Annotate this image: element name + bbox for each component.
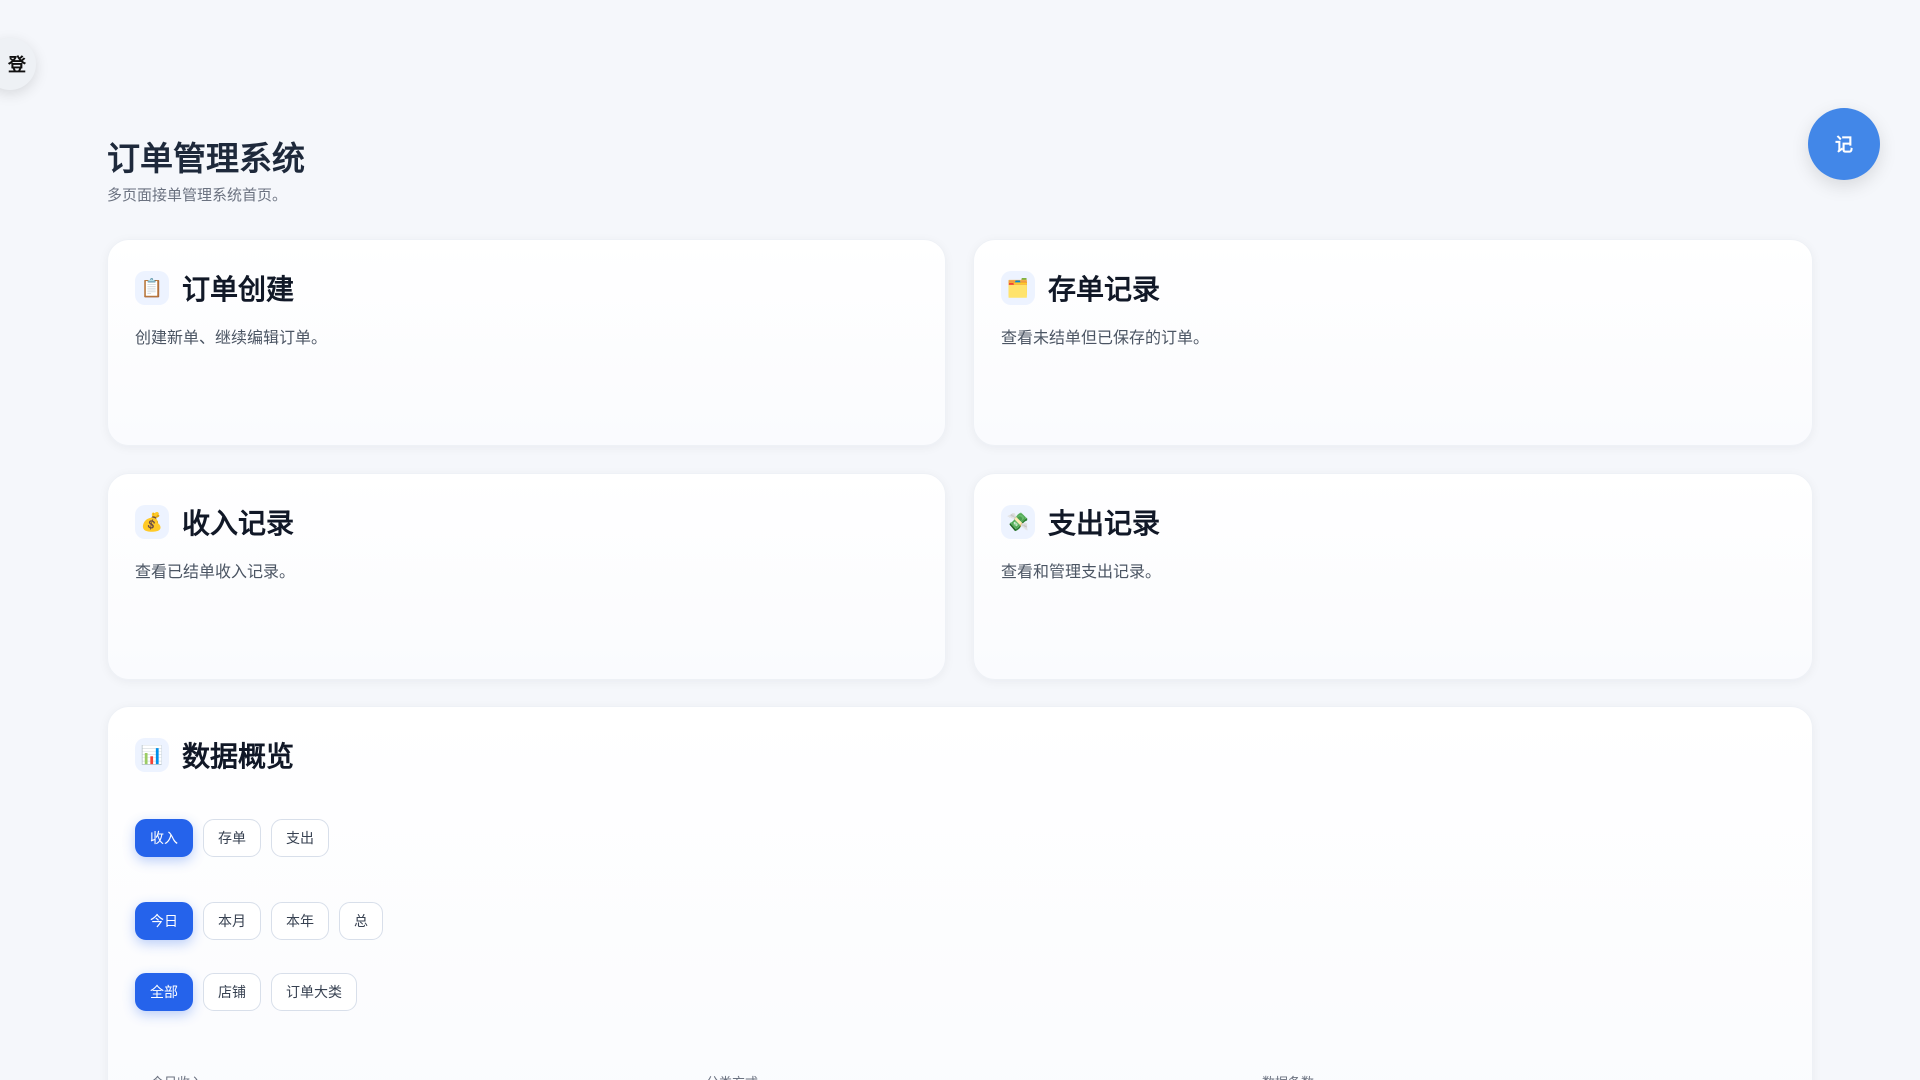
data-overview-panel: 📊数据概览 收入 存单 支出 今日 本月 本年 总 全部 店铺 订单大类 今日收…: [107, 706, 1813, 1080]
period-year[interactable]: 本年: [271, 902, 329, 940]
period-today[interactable]: 今日: [135, 902, 193, 940]
card-desc: 查看未结单但已保存的订单。: [1001, 330, 1210, 347]
card-expense[interactable]: 💸 支出记录 查看和管理支出记录。: [973, 473, 1813, 680]
filter-saved[interactable]: 存单: [203, 819, 261, 857]
group-filter: 全部 店铺 订单大类: [135, 973, 357, 1011]
type-filter: 收入 存单 支出: [135, 819, 329, 857]
folder-icon: 🗂️: [1001, 271, 1035, 305]
card-title: 存单记录: [1048, 274, 1161, 305]
login-button[interactable]: 登: [0, 38, 36, 90]
group-category[interactable]: 订单大类: [271, 973, 357, 1011]
page-subtitle: 多页面接单管理系统首页。: [107, 187, 288, 204]
money-bag-icon: 💰: [135, 505, 169, 539]
card-desc: 创建新单、继续编辑订单。: [135, 330, 328, 347]
stat-label-count: 数据条数: [1262, 1072, 1314, 1080]
filter-expense[interactable]: 支出: [271, 819, 329, 857]
clipboard-icon: 📋: [135, 271, 169, 305]
card-order-create[interactable]: 📋 订单创建 创建新单、继续编辑订单。: [107, 239, 946, 446]
card-income[interactable]: 💰 收入记录 查看已结单收入记录。: [107, 473, 946, 680]
card-title: 收入记录: [182, 508, 295, 539]
stat-label-today-income: 今日收入: [151, 1072, 203, 1080]
card-desc: 查看和管理支出记录。: [1001, 564, 1162, 581]
group-shop[interactable]: 店铺: [203, 973, 261, 1011]
money-wings-icon: 💸: [1001, 505, 1035, 539]
stat-label-group-mode: 分类方式: [706, 1072, 758, 1080]
card-title: 订单创建: [182, 274, 295, 305]
bar-chart-icon: 📊: [135, 738, 169, 772]
group-all[interactable]: 全部: [135, 973, 193, 1011]
page-title: 订单管理系统: [107, 140, 305, 177]
period-total[interactable]: 总: [339, 902, 383, 940]
period-filter: 今日 本月 本年 总: [135, 902, 383, 940]
card-saved-orders[interactable]: 🗂️ 存单记录 查看未结单但已保存的订单。: [973, 239, 1813, 446]
record-button[interactable]: 记: [1808, 108, 1880, 180]
section-title: 数据概览: [182, 741, 295, 772]
card-desc: 查看已结单收入记录。: [135, 564, 296, 581]
filter-income[interactable]: 收入: [135, 819, 193, 857]
period-month[interactable]: 本月: [203, 902, 261, 940]
card-title: 支出记录: [1048, 508, 1161, 539]
